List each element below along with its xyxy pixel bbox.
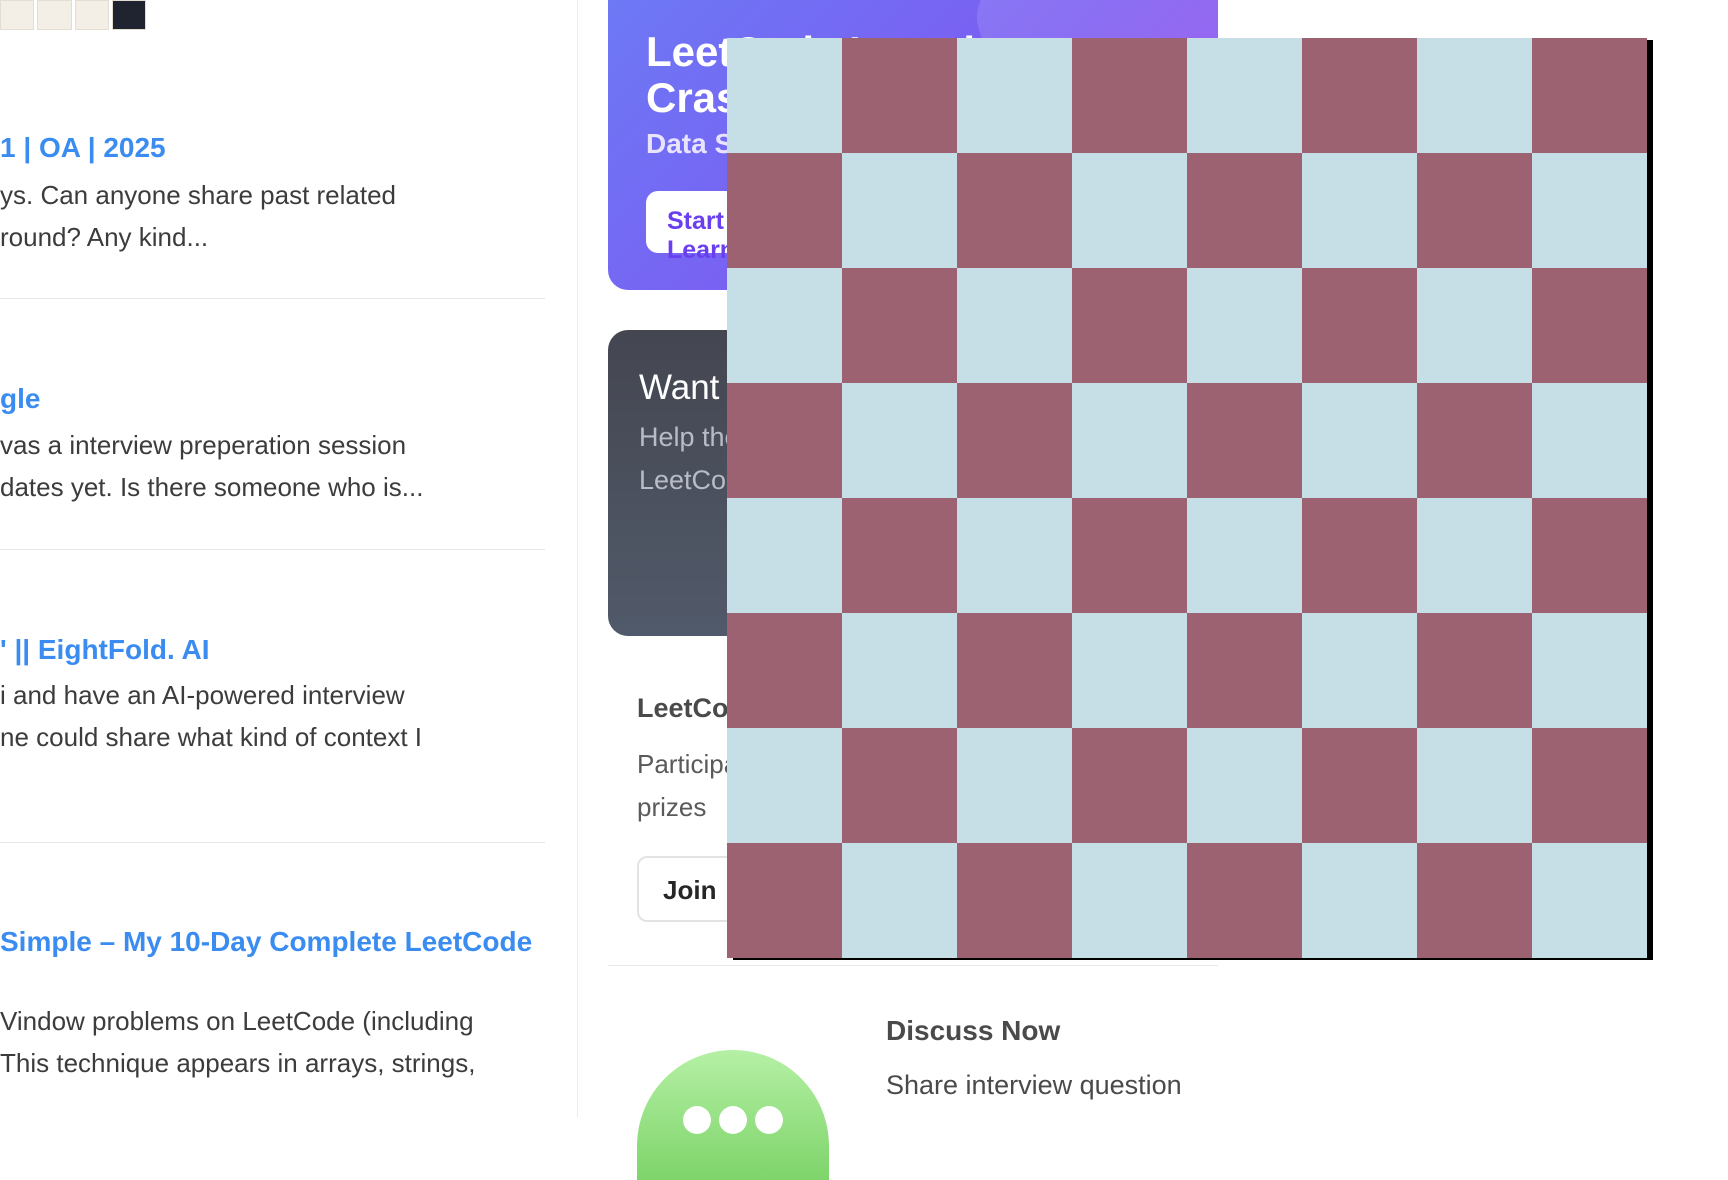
board-square-light[interactable] (1072, 843, 1187, 958)
contest-text-line: prizes (637, 792, 707, 822)
thumbnail[interactable] (0, 0, 35, 30)
post-divider (0, 549, 545, 550)
board-square-dark[interactable] (1417, 153, 1532, 268)
board-square-light[interactable] (842, 153, 957, 268)
post-snippet-line: ne could share what kind of context I (0, 722, 423, 752)
chat-bubble-icon (637, 1050, 829, 1180)
board-square-light[interactable] (1187, 268, 1302, 383)
board-square-light[interactable] (957, 268, 1072, 383)
board-square-dark[interactable] (727, 153, 842, 268)
board-square-light[interactable] (1187, 38, 1302, 153)
board-square-light[interactable] (957, 498, 1072, 613)
board-square-dark[interactable] (1417, 613, 1532, 728)
post-title-link[interactable]: gle (0, 383, 40, 415)
board-square-dark[interactable] (1532, 498, 1647, 613)
board-square-light[interactable] (957, 38, 1072, 153)
board-square-dark[interactable] (1532, 38, 1647, 153)
discussion-feed: 1 | OA | 2025 ys. Can anyone share past … (0, 0, 578, 1117)
board-square-dark[interactable] (1532, 728, 1647, 843)
post-snippet-line: i and have an AI-powered interview (0, 680, 405, 710)
board-square-light[interactable] (727, 498, 842, 613)
post-snippet-line: This technique appears in arrays, string… (0, 1048, 476, 1078)
board-square-dark[interactable] (957, 153, 1072, 268)
board-square-light[interactable] (842, 613, 957, 728)
board-square-light[interactable] (1072, 383, 1187, 498)
board-square-dark[interactable] (1302, 268, 1417, 383)
board-square-dark[interactable] (1072, 728, 1187, 843)
board-square-dark[interactable] (957, 843, 1072, 958)
board-square-light[interactable] (1072, 153, 1187, 268)
board-square-dark[interactable] (1072, 498, 1187, 613)
board-square-dark[interactable] (957, 383, 1072, 498)
checkerboard-overlay[interactable] (727, 38, 1647, 958)
board-square-light[interactable] (1187, 498, 1302, 613)
post-snippet-line: round? Any kind... (0, 222, 209, 252)
post-title-link[interactable]: ' || EightFold. AI (0, 634, 209, 666)
board-square-dark[interactable] (727, 843, 842, 958)
thumbnail[interactable] (74, 0, 109, 30)
board-square-light[interactable] (1417, 728, 1532, 843)
board-square-dark[interactable] (1187, 843, 1302, 958)
board-square-light[interactable] (1532, 843, 1647, 958)
board-square-light[interactable] (1302, 843, 1417, 958)
board-square-light[interactable] (727, 728, 842, 843)
post-thumbnails[interactable] (0, 0, 146, 30)
post-snippet-line: vas a interview preperation session (0, 430, 407, 460)
board-square-dark[interactable] (1187, 383, 1302, 498)
board-square-dark[interactable] (1532, 268, 1647, 383)
bubble-dot (719, 1106, 747, 1134)
board-square-dark[interactable] (1302, 498, 1417, 613)
board-square-light[interactable] (842, 383, 957, 498)
thumbnail[interactable] (111, 0, 146, 30)
post-divider (0, 842, 545, 843)
board-square-dark[interactable] (727, 613, 842, 728)
bubble-dot (755, 1106, 783, 1134)
board-square-light[interactable] (727, 38, 842, 153)
board-square-dark[interactable] (842, 268, 957, 383)
board-square-light[interactable] (1532, 613, 1647, 728)
board-square-dark[interactable] (1187, 613, 1302, 728)
bubble-dot (683, 1106, 711, 1134)
post-title-link[interactable]: 1 | OA | 2025 (0, 132, 166, 164)
board-square-dark[interactable] (727, 383, 842, 498)
board-square-dark[interactable] (1072, 268, 1187, 383)
board-square-dark[interactable] (1302, 728, 1417, 843)
discuss-title: Discuss Now (886, 1015, 1061, 1046)
post-snippet-line: Vindow problems on LeetCode (including (0, 1006, 474, 1036)
board-square-dark[interactable] (842, 728, 957, 843)
board-square-dark[interactable] (1302, 38, 1417, 153)
thumbnail[interactable] (37, 0, 72, 30)
board-square-dark[interactable] (1072, 38, 1187, 153)
board-square-dark[interactable] (842, 38, 957, 153)
board-square-light[interactable] (1072, 613, 1187, 728)
board-square-light[interactable] (1302, 613, 1417, 728)
board-square-light[interactable] (1417, 498, 1532, 613)
board-square-dark[interactable] (957, 613, 1072, 728)
board-square-light[interactable] (1302, 153, 1417, 268)
board-square-light[interactable] (1417, 268, 1532, 383)
board-square-dark[interactable] (1417, 843, 1532, 958)
board-square-light[interactable] (1532, 383, 1647, 498)
board-square-light[interactable] (842, 843, 957, 958)
sidebar-divider (608, 965, 1218, 966)
board-square-light[interactable] (1187, 728, 1302, 843)
discuss-text: Share interview question (886, 1070, 1182, 1100)
board-square-light[interactable] (727, 268, 842, 383)
board-square-light[interactable] (1417, 38, 1532, 153)
board-square-dark[interactable] (842, 498, 957, 613)
board-square-light[interactable] (1532, 153, 1647, 268)
board-square-light[interactable] (1302, 383, 1417, 498)
board-square-dark[interactable] (1187, 153, 1302, 268)
post-snippet-line: ys. Can anyone share past related (0, 180, 397, 210)
post-title-link[interactable]: Simple – My 10-Day Complete LeetCode (0, 926, 532, 958)
post-snippet-line: dates yet. Is there someone who is... (0, 472, 424, 502)
post-divider (0, 298, 545, 299)
board-square-light[interactable] (957, 728, 1072, 843)
board-square-dark[interactable] (1417, 383, 1532, 498)
